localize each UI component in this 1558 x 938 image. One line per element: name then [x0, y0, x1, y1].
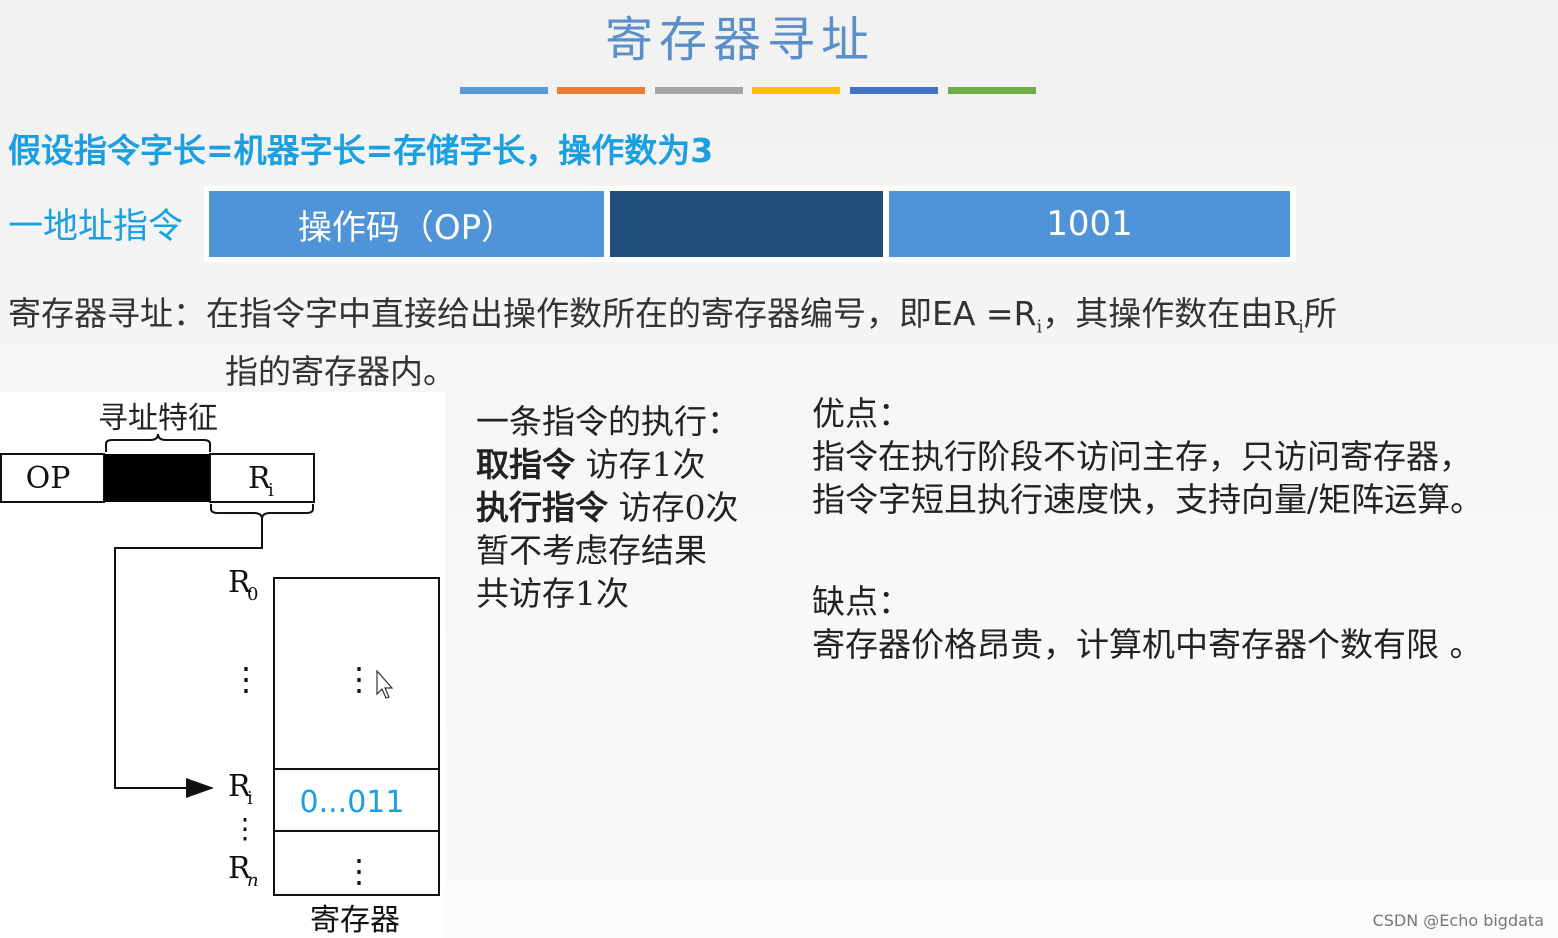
assumption-text: 假设指令字长=机器字长=存储字长，操作数为3 [8, 131, 714, 170]
execution-exec-bold: 执行指令 [476, 488, 608, 527]
definition-mid: ，其操作数在由R [1042, 294, 1299, 333]
execution-block: 一条指令的执行： 取指令 访存1次 执行指令 访存0次 暂不考虑存结果 共访存1… [476, 400, 740, 615]
accent-bar-darkblue [850, 87, 938, 94]
execution-fetch-line: 取指令 访存1次 [476, 443, 740, 486]
left-dots-upper: ⋮ [230, 660, 262, 698]
feature-brace [105, 433, 211, 452]
accent-bar-gray [655, 87, 743, 94]
advantages-line1: 指令在执行阶段不访问主存，只访问寄存器， [812, 437, 1472, 476]
disadvantages-block: 缺点： 寄存器价格昂贵，计算机中寄存器个数有限 。 [812, 580, 1483, 666]
accent-bar-blue [460, 87, 548, 94]
address-field: 1001 [889, 191, 1290, 257]
accent-bar-orange [557, 87, 645, 94]
definition-text: 寄存器寻址：在指令字中直接给出操作数所在的寄存器编号，即EA =Ri，其操作数在… [8, 292, 1448, 394]
disadvantages-heading: 缺点： [812, 582, 911, 621]
definition-suffix: 所 [1303, 294, 1337, 333]
disadvantages-line1: 寄存器价格昂贵，计算机中寄存器个数有限 。 [812, 625, 1483, 664]
execution-heading: 一条指令的执行： [476, 402, 740, 441]
addressing-feature-label: 寻址特征 [98, 401, 218, 436]
register-addressing-diagram: 寻址特征 OP R i R 0 ⋮ R i ⋮ R n ⋮ 0...011 ⋮ … [0, 401, 440, 938]
register-caption: 寄存器 [310, 903, 400, 938]
execution-exec-line: 执行指令 访存0次 [476, 486, 740, 529]
pointer-arrow [114, 519, 263, 798]
execution-exec-rest: 访存0次 [608, 488, 739, 527]
watermark: CSDN @Echo bigdata [1372, 911, 1544, 930]
accent-bar-green [948, 87, 1036, 94]
definition-prefix: 寄存器寻址：在指令字中直接给出操作数所在的寄存器编号，即 [8, 294, 932, 333]
ri-box-sub: i [268, 480, 274, 501]
execution-total: 共访存1次 [476, 574, 629, 613]
execution-fetch-rest: 访存1次 [575, 445, 706, 484]
op-box-label: OP [26, 461, 71, 496]
r0-sub: 0 [247, 584, 258, 605]
definition-ea: EA =R [932, 294, 1037, 333]
accent-bar-yellow [752, 87, 840, 94]
register-dots-upper: ⋮ [343, 660, 375, 698]
execution-fetch-bold: 取指令 [476, 445, 575, 484]
register-dots-lower: ⋮ [343, 852, 375, 890]
opcode-field: 操作码（OP） [209, 191, 604, 257]
advantages-heading: 优点： [812, 394, 911, 433]
advantages-block: 优点： 指令在执行阶段不访问主存，只访问寄存器， 指令字短且执行速度快，支持向量… [812, 392, 1483, 521]
ri-register-sub: i [247, 788, 253, 809]
addressing-feature-field [610, 191, 883, 257]
page-title: 寄存器寻址 [604, 12, 875, 68]
rn-sub: n [247, 870, 259, 891]
register-value: 0...011 [300, 785, 405, 820]
register-file [273, 577, 440, 896]
feature-box [104, 454, 210, 502]
execution-note: 暂不考虑存结果 [476, 531, 707, 570]
ri-brace [210, 504, 314, 520]
definition-line2: 指的寄存器内。 [225, 351, 456, 391]
instruction-format-label: 一地址指令 [8, 207, 184, 247]
left-dots-lower: ⋮ [231, 812, 259, 845]
advantages-line2: 指令字短且执行速度快，支持向量/矩阵运算。 [812, 480, 1484, 519]
